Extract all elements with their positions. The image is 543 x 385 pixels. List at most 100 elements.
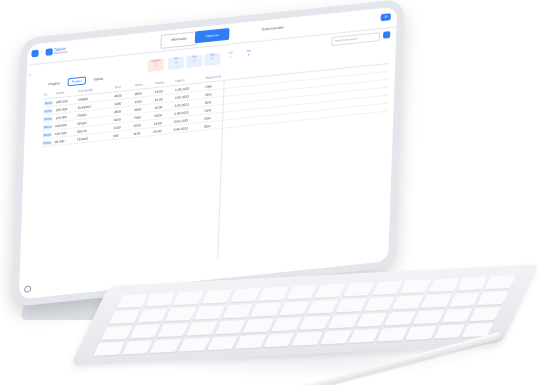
keyboard-key [291,331,324,346]
status-badge: Novo [43,100,54,106]
home-button-icon[interactable] [24,285,32,293]
table-cell: 12:00 [154,96,163,102]
keyboard-key [178,337,210,352]
home-icon[interactable]: ⌂ [29,71,41,80]
keyboard-key [172,290,205,306]
filter-wed[interactable]: Sre 4 [204,52,221,67]
keyboard-key [263,333,295,348]
filter-fri[interactable]: Pet 6 [240,49,257,63]
table-cell: Opis [203,123,211,129]
filter-value: 6 [247,53,250,57]
table-cell: 1200 [134,98,142,104]
keyboard-key [149,338,182,354]
keyboard-key [327,314,360,329]
table-cell: 1000 [114,101,122,106]
keyboard-key [314,283,347,298]
search-input[interactable]: Pretraži dokumente [331,32,381,47]
status-badge: Novo [43,116,53,122]
table-cell: 18:00 [153,112,163,118]
status-badge: Novo [42,139,53,145]
table-cell: 3500 [113,108,122,114]
table-cell: 345.000 [55,98,68,104]
status-badge: Novo [42,131,53,137]
table-cell: 10:00 [154,104,163,110]
back-icon[interactable]: ← [41,50,44,54]
keyboard-key [363,296,396,312]
keyboard-key [136,308,169,323]
filter-value: 3 [193,58,195,62]
keyboard-key [250,302,282,317]
keyboard-key [392,295,424,310]
keyboard-key [384,311,416,326]
table-cell: 120.000 [55,114,68,120]
keyboard-key [433,324,466,339]
keyboard-key [270,317,303,332]
keyboard-key [214,319,246,335]
keyboard-key [229,288,262,303]
keyboard-key [121,340,153,355]
keyboard-key [405,325,437,341]
status-badge: Novo [42,124,53,129]
keyboard-key [320,330,352,345]
keyboard-key [165,306,197,322]
keyboard-key [469,306,502,322]
table-cell: 7000 [133,114,142,120]
keyboard-key [234,334,267,349]
keyboard-key [371,280,403,296]
keyboard-key [206,335,239,351]
key-grid [93,274,517,357]
keyboard-key [193,305,226,320]
keyboard-key [376,327,409,342]
table-cell: 4500 [114,93,122,98]
keyboard-key [278,301,311,316]
avatar[interactable]: JB [380,13,391,22]
keyboard-key [257,286,290,301]
tablet-screen: ← Tabela Dashboard Informacije Prijavi s… [18,6,398,300]
filter-total[interactable]: Ukupno 1 [147,58,165,73]
basic-info-label: Osnovni podaci [261,25,284,32]
menu-icon[interactable] [31,49,39,58]
keyboard-key [129,324,161,339]
keyboard-key [399,279,432,294]
keyboard-key [307,299,339,314]
info-card[interactable]: Informacije [160,31,198,49]
filter-value: 5 [229,55,232,59]
table-cell: 900 [113,133,119,138]
tab-overview[interactable]: Pregled [44,79,63,89]
tab-data[interactable]: Podaci [67,76,86,87]
keyboard-key [108,309,140,325]
table-cell: 415.000 [54,130,67,136]
keyboard-key [448,292,481,307]
login-button[interactable]: Prijavi se [194,27,230,44]
table-cell: 230.000 [55,106,68,112]
table-cell: 540.000 [55,122,67,128]
tab-table[interactable]: Tabela [90,74,108,84]
table-cell: TEHNO [76,136,89,142]
basic-info-card[interactable]: Osnovni podaci [255,22,290,37]
keyboard-key [477,290,509,306]
table-cell: 2500 [133,122,141,128]
filter-thu[interactable]: Čet 5 [222,51,239,65]
filter-value: 4 [211,56,214,61]
keyboard-key [428,277,460,293]
info-card-label: Informacije [170,36,187,42]
keyboard-key [100,325,133,341]
filter-tue[interactable]: Uto 3 [185,54,203,69]
keyboard-key [185,321,218,336]
filter-value: 1 [155,62,157,66]
table-cell: 4000 [134,106,142,112]
search-icon[interactable] [382,31,391,39]
product-photo: ← Tabela Dashboard Informacije Prijavi s… [0,0,543,385]
status-badge: Novo [43,108,54,114]
table-cell: 8500 [134,90,142,96]
table-cell: 14:00 [153,120,162,126]
table-cell: 1100 [133,130,141,136]
app-logo [45,48,53,56]
keyboard-key [286,285,318,300]
keyboard-key [335,298,367,313]
keyboard-key [299,315,331,330]
table-cell: 6.05.2023 [173,125,189,132]
filter-mon[interactable]: Pon 2 [167,56,185,70]
keyboard-key [201,289,233,304]
keyboard-key [116,293,148,309]
